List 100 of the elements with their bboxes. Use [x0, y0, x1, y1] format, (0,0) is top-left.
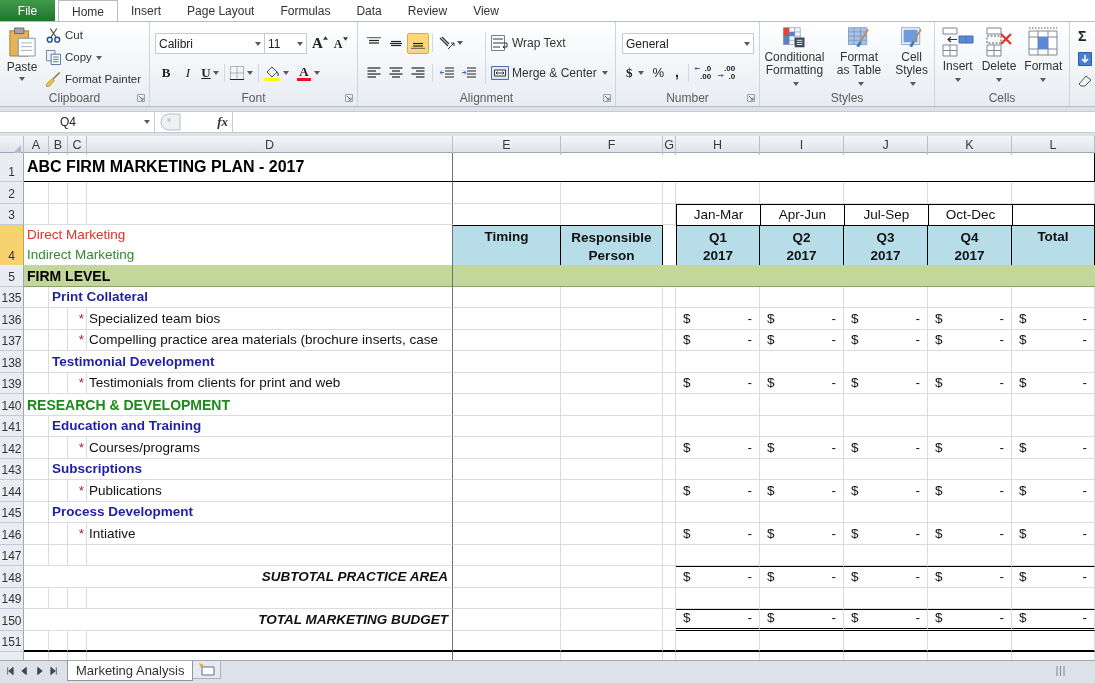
column-header[interactable]: D	[87, 136, 453, 155]
period-label: Jan-Mar	[693, 207, 744, 223]
grow-font-button[interactable]: A	[312, 33, 328, 54]
total-label: TOTAL MARKETING BUDGET	[258, 612, 448, 628]
row-header[interactable]: 139	[0, 372, 24, 394]
row-header[interactable]: 135	[0, 286, 24, 308]
item-text: Intiative	[89, 525, 136, 542]
currency-button[interactable]: $	[622, 62, 648, 83]
column-header[interactable]: H	[676, 136, 760, 155]
column-heading: Q1 2017	[702, 229, 733, 265]
caret-icon	[857, 81, 864, 86]
grid-cell	[49, 544, 68, 566]
row-header[interactable]: 144	[0, 480, 24, 502]
merge-center-button[interactable]: Merge & Center	[491, 62, 608, 84]
number-format-field[interactable]: General	[622, 33, 754, 54]
row-header[interactable]: 137	[0, 329, 24, 351]
row-header[interactable]: 143	[0, 458, 24, 480]
column-header[interactable]: J	[844, 136, 928, 155]
dialog-launcher-icon[interactable]	[345, 94, 353, 102]
row-header[interactable]: 146	[0, 523, 24, 545]
currency-symbol: $	[683, 310, 691, 327]
column-header[interactable]: F	[561, 136, 663, 155]
dialog-launcher-icon[interactable]	[603, 94, 611, 102]
insert-sheet-button[interactable]	[193, 661, 222, 679]
column-header[interactable]: G	[663, 136, 676, 155]
style-button[interactable]: Cell Styles	[889, 27, 934, 90]
ribbon-tab[interactable]: Data	[343, 0, 395, 21]
row-header[interactable]: 136	[0, 308, 24, 330]
row-header[interactable]: 142	[0, 437, 24, 459]
fill-button[interactable]	[1078, 50, 1092, 67]
dialog-launcher-icon[interactable]	[137, 94, 145, 102]
row-header[interactable]: 138	[0, 351, 24, 373]
amount-value: -	[831, 610, 836, 626]
amount-value: -	[915, 482, 920, 499]
increase-indent-icon	[462, 67, 476, 79]
row-header[interactable]: 3	[0, 203, 24, 225]
function-label[interactable]: fx	[217, 112, 228, 132]
sheet-tab[interactable]: Marketing Analysis	[67, 661, 194, 681]
ribbon-tab[interactable]: Formulas	[267, 0, 344, 21]
dialog-launcher-icon[interactable]	[747, 94, 755, 102]
wrap-text-button[interactable]: Wrap Text	[491, 32, 608, 54]
font-name-field[interactable]: Calibri	[155, 33, 265, 54]
comma-button[interactable]: ,	[669, 62, 685, 83]
amount-value: -	[999, 610, 1004, 626]
row-header[interactable]: 147	[0, 544, 24, 566]
column-header[interactable]: C	[68, 136, 87, 155]
currency-symbol: $	[767, 310, 775, 327]
legend-label: Direct Marketing	[27, 227, 127, 243]
font-size-field[interactable]: 11	[265, 33, 307, 54]
row-header[interactable]: 5	[0, 265, 24, 287]
row-header[interactable]: 151	[0, 630, 24, 652]
percent-button[interactable]: %	[647, 62, 670, 83]
font-color-button[interactable]: A	[295, 62, 322, 83]
cells-button[interactable]: Insert	[940, 27, 975, 90]
period-label: Oct-Dec	[945, 207, 996, 223]
style-button[interactable]: Conditional Formatting	[760, 27, 829, 90]
copy-button[interactable]: Copy	[44, 46, 144, 69]
text-style-button[interactable]: I	[177, 62, 199, 83]
ribbon-tab[interactable]: View	[460, 0, 512, 21]
autosum-button[interactable]: Σ	[1078, 28, 1087, 45]
cells-button[interactable]: Delete	[980, 27, 1018, 90]
amount-value: -	[747, 525, 752, 542]
align-button[interactable]	[407, 32, 429, 54]
column-header[interactable]: B	[49, 136, 68, 155]
increase-decimal-button[interactable]: .0 .00	[691, 62, 714, 83]
format-painter-button[interactable]: Format Painter	[44, 68, 144, 90]
amount-value: -	[747, 610, 752, 626]
paste-button[interactable]: Paste	[2, 25, 42, 90]
row-header[interactable]: 150	[0, 609, 24, 631]
decrease-decimal-button[interactable]: .00 .0	[716, 62, 738, 83]
row-header[interactable]: 145	[0, 501, 24, 523]
handle-icon[interactable]	[159, 113, 181, 131]
row-header[interactable]: 140	[0, 394, 24, 416]
row-header[interactable]: 4	[0, 225, 24, 266]
name-box[interactable]: Q4	[0, 112, 155, 132]
column-header[interactable]: I	[760, 136, 844, 155]
row-header[interactable]: 149	[0, 587, 24, 609]
row-header[interactable]: 1	[0, 153, 24, 182]
row-header[interactable]: 148	[0, 566, 24, 588]
column-header[interactable]: K	[928, 136, 1012, 155]
column-header[interactable]: A	[24, 136, 49, 155]
column-header[interactable]: E	[453, 136, 561, 155]
shrink-font-button[interactable]: A	[333, 33, 348, 54]
file-tab[interactable]: File	[0, 0, 55, 21]
ribbon-tab[interactable]: Home	[58, 0, 118, 22]
amount-value: -	[915, 525, 920, 542]
bullet-mark: *	[78, 439, 84, 456]
ribbon-tab[interactable]: Insert	[118, 0, 175, 21]
split-handle-icon[interactable]	[1056, 666, 1065, 676]
cut-button[interactable]: Cut	[44, 25, 144, 47]
style-button[interactable]: Format as Table	[830, 27, 888, 90]
row-header[interactable]: 141	[0, 415, 24, 437]
text-style-button[interactable]: B	[155, 62, 177, 83]
grid-cell	[68, 182, 87, 204]
cells-button[interactable]: Format	[1023, 27, 1064, 90]
row-header[interactable]: 2	[0, 182, 24, 204]
text-style-button[interactable]: U	[199, 62, 221, 83]
column-header[interactable]: L	[1012, 136, 1095, 155]
ribbon-tab[interactable]: Review	[394, 0, 461, 21]
ribbon-tab[interactable]: Page Layout	[174, 0, 268, 21]
